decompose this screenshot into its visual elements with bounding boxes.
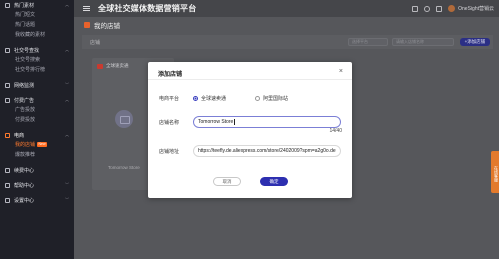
close-icon[interactable]: × [339,68,343,75]
filter-bar: 店铺 选择平台 请输入店铺名称 +添加店铺 [82,35,493,49]
sidebar-group-social-search[interactable]: 社交号查找 ︿ [0,45,74,55]
renew-icon [5,167,10,173]
add-store-dialog: 添加店铺 × 电商平台 全球速卖通 阿里国际站 店铺名称 Tomorrow St… [148,62,352,198]
page-header: 我的店铺 [84,20,120,30]
chevron-down-icon: ﹀ [65,182,69,187]
sidebar-group-network-monitor[interactable]: 网络监测 ﹀ [0,80,74,90]
sidebar-group-label: 帮助中心 [14,182,35,189]
sidebar-group-label: 设置中心 [14,197,35,204]
customer-service-tab[interactable]: 在线客服 [491,151,499,193]
store-name-input[interactable]: 请输入店铺名称 [392,38,454,46]
chevron-down-icon: ﹀ [65,197,69,202]
sidebar-item-ad-delivery[interactable]: 广告投放 [0,105,74,115]
radio-checked-icon [193,96,198,101]
sidebar-item-social-search[interactable]: 社交号搜索 [0,55,74,65]
sidebar-group-ecommerce[interactable]: 电商 ︿ [0,130,74,140]
ad-icon [5,97,10,103]
menu-icon[interactable] [83,6,90,11]
chevron-down-icon: ﹀ [65,82,69,87]
filter-label: 店铺 [90,40,101,46]
radio-label: 阿里国际站 [263,96,289,102]
store-name-field[interactable]: Tomorrow Store [193,116,341,128]
help-icon[interactable] [424,5,431,12]
store-icon [84,22,90,28]
settings-icon [5,197,10,203]
sidebar-group-renew-center[interactable]: 续费中心 [0,165,74,175]
platform-select[interactable]: 选择平台 [348,38,388,46]
sidebar-group-label: 热门素材 [14,2,35,9]
store-name-label: 店铺名称 [159,120,180,126]
sidebar-item-social-ranking[interactable]: 社交号排行榜 [0,65,74,75]
sidebar-group-label: 续费中心 [14,167,35,174]
store-name-value: Tomorrow Store [198,119,234,125]
dialog-title: 添加店铺 [158,72,183,78]
sidebar-group-settings-center[interactable]: 设置中心 ﹀ [0,195,74,205]
chevron-up-icon: ︿ [65,47,69,52]
store-url-label: 店铺地址 [159,149,180,155]
sidebar-item-saved-material[interactable]: 我收藏的素材 [0,30,74,40]
message-icon[interactable] [412,5,419,12]
sidebar-group-help-center[interactable]: 帮助中心 ﹀ [0,180,74,190]
sidebar-group-paid-ads[interactable]: 付费广告 ︿ [0,95,74,105]
radio-alibaba[interactable]: 阿里国际站 [255,95,288,102]
sidebar-item-hot-topics[interactable]: 热门话题 [0,20,74,30]
store-name: Tomorrow Store [108,165,140,170]
store-platform: 全球速卖通 [106,63,129,68]
monitor-icon [5,82,10,88]
sidebar-group-label: 社交号查找 [14,47,40,54]
fire-icon [5,2,10,8]
aliexpress-logo-icon [97,63,103,69]
sidebar-item-my-stores[interactable]: 我的店铺 New [0,140,74,150]
page-title: 我的店铺 [94,23,120,30]
store-url-field[interactable]: https://teefly.de.aliexpress.com/store/2… [193,145,341,157]
new-badge: New [37,142,48,147]
brand-title: 全球社交媒体数据营销平台 [98,4,197,13]
text-caret [233,118,235,125]
sidebar-group-label: 电商 [14,132,25,139]
sidebar: 热门素材 ︿ 热门短文 热门话题 我收藏的素材 社交号查找 ︿ 社交号搜索 社交… [0,0,74,259]
sidebar-item-hot-products[interactable]: 爆款推荐 [0,150,74,160]
shop-icon [5,132,10,138]
char-count: 14/40 [329,128,342,134]
sidebar-item-hot-posts[interactable]: 热门短文 [0,10,74,20]
topbar: 全球社交媒体数据营销平台 OneSight营销云 [74,0,499,17]
radio-label: 全球速卖通 [201,96,227,102]
platform-label: 电商平台 [159,96,180,102]
chevron-up-icon: ︿ [65,2,69,7]
cancel-button[interactable]: 取消 [213,177,241,186]
sidebar-group-label: 网络监测 [14,82,35,89]
user-name[interactable]: OneSight营销云 [458,5,494,12]
sidebar-group-hot-material[interactable]: 热门素材 ︿ [0,0,74,10]
help-icon [5,182,10,188]
chevron-up-icon: ︿ [65,132,69,137]
chevron-up-icon: ︿ [65,97,69,102]
radio-aliexpress[interactable]: 全球速卖通 [193,95,226,102]
topbar-actions: OneSight营销云 [406,5,494,12]
radio-unchecked-icon [255,96,260,101]
add-store-button[interactable]: +添加店铺 [460,38,490,46]
sidebar-item-paid-delivery[interactable]: 付费投放 [0,115,74,125]
sidebar-group-label: 付费广告 [14,97,35,104]
user-search-icon [5,47,10,53]
sidebar-item-label: 我的店铺 [15,142,36,148]
avatar[interactable] [448,5,456,12]
dialog-divider [148,79,352,80]
notification-icon[interactable] [436,5,443,12]
confirm-button[interactable]: 确定 [260,177,288,186]
store-placeholder-icon [115,110,133,128]
